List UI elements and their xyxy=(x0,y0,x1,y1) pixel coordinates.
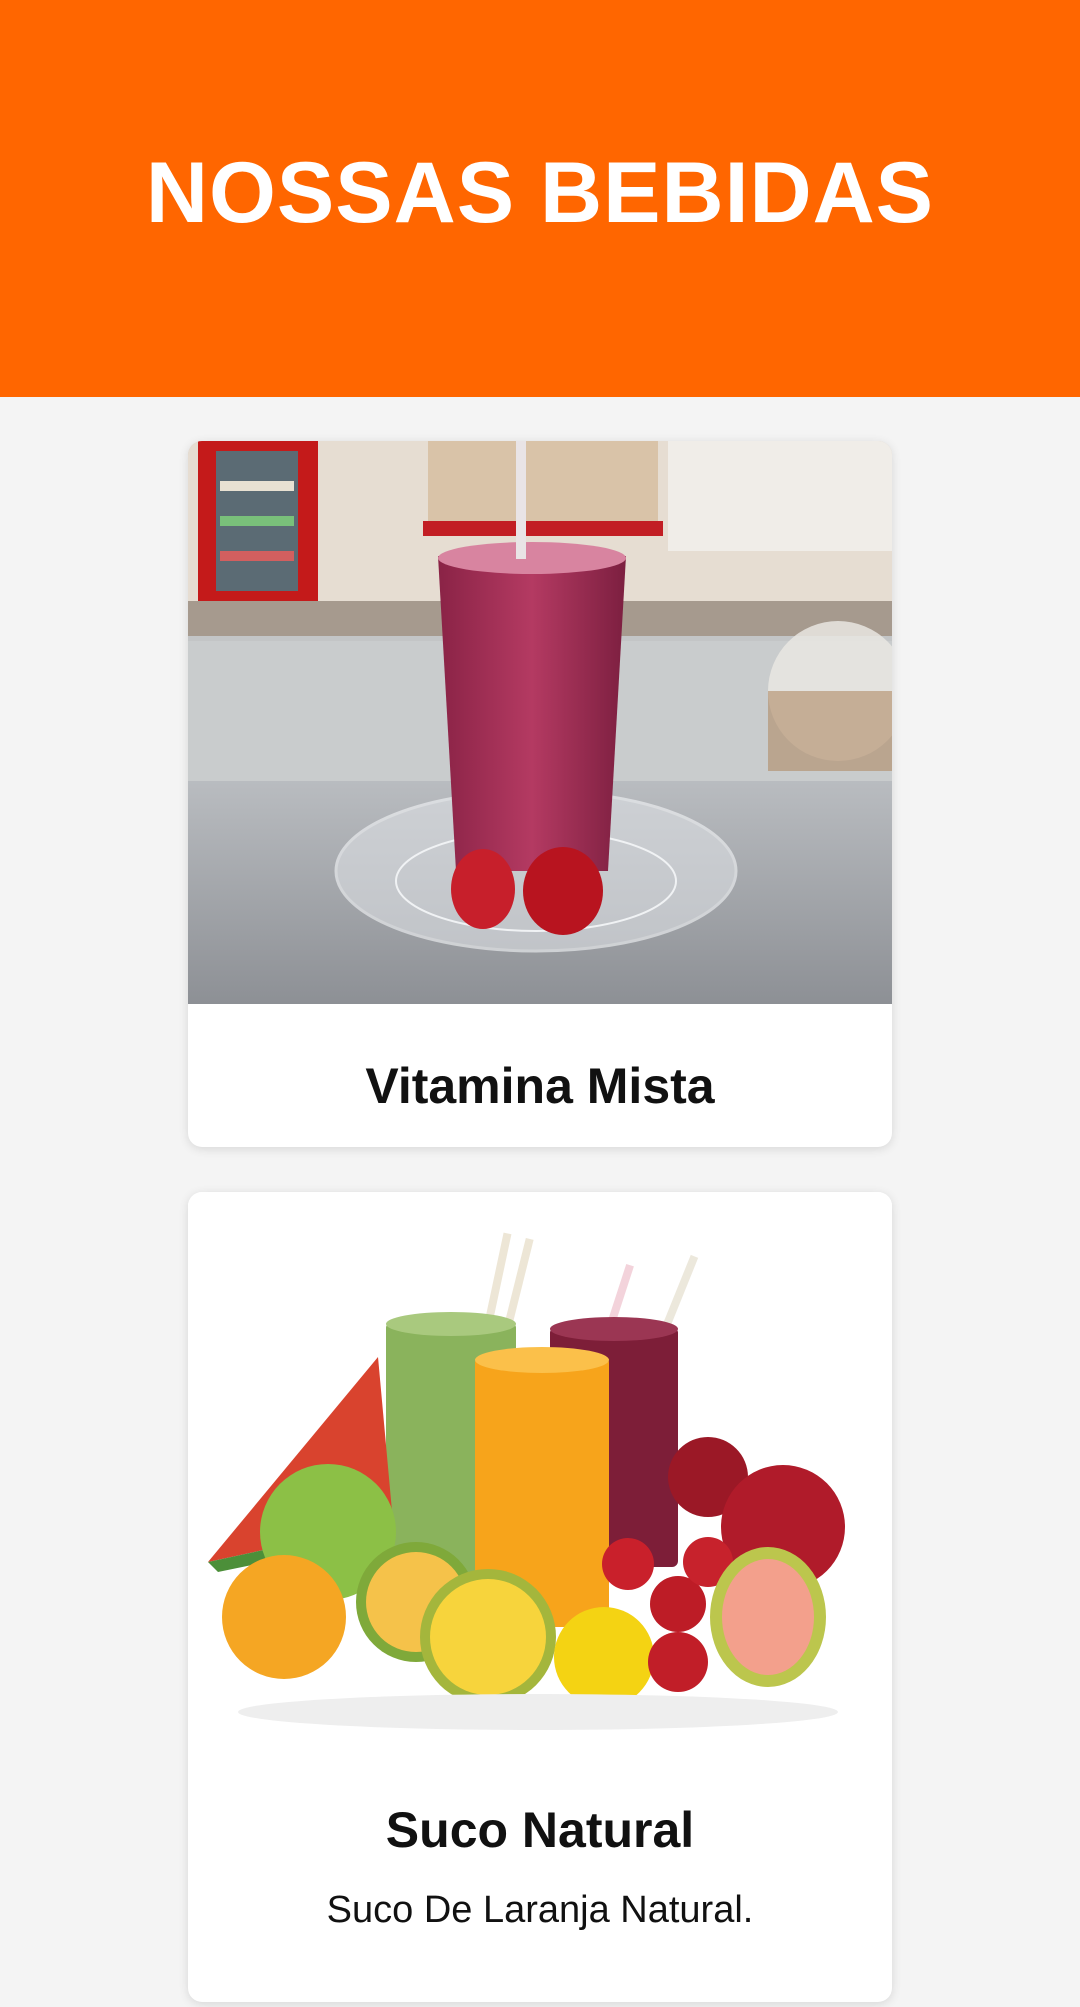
juice-fruits-photo xyxy=(188,1192,892,1755)
drink-description: Suco De Laranja Natural. xyxy=(326,1889,754,1931)
drink-name: Suco Natural xyxy=(385,1802,695,1858)
drink-card-vitamina-mista[interactable]: Vitamina Mista xyxy=(188,441,892,1147)
drink-card-suco-natural[interactable]: Suco Natural Suco De Laranja Natural. xyxy=(188,1192,892,2002)
page-header: NOSSAS BEBIDAS xyxy=(0,0,1080,397)
drink-name: Vitamina Mista xyxy=(365,1058,715,1114)
page-title: NOSSAS BEBIDAS xyxy=(145,145,935,241)
smoothie-photo xyxy=(188,441,892,1004)
